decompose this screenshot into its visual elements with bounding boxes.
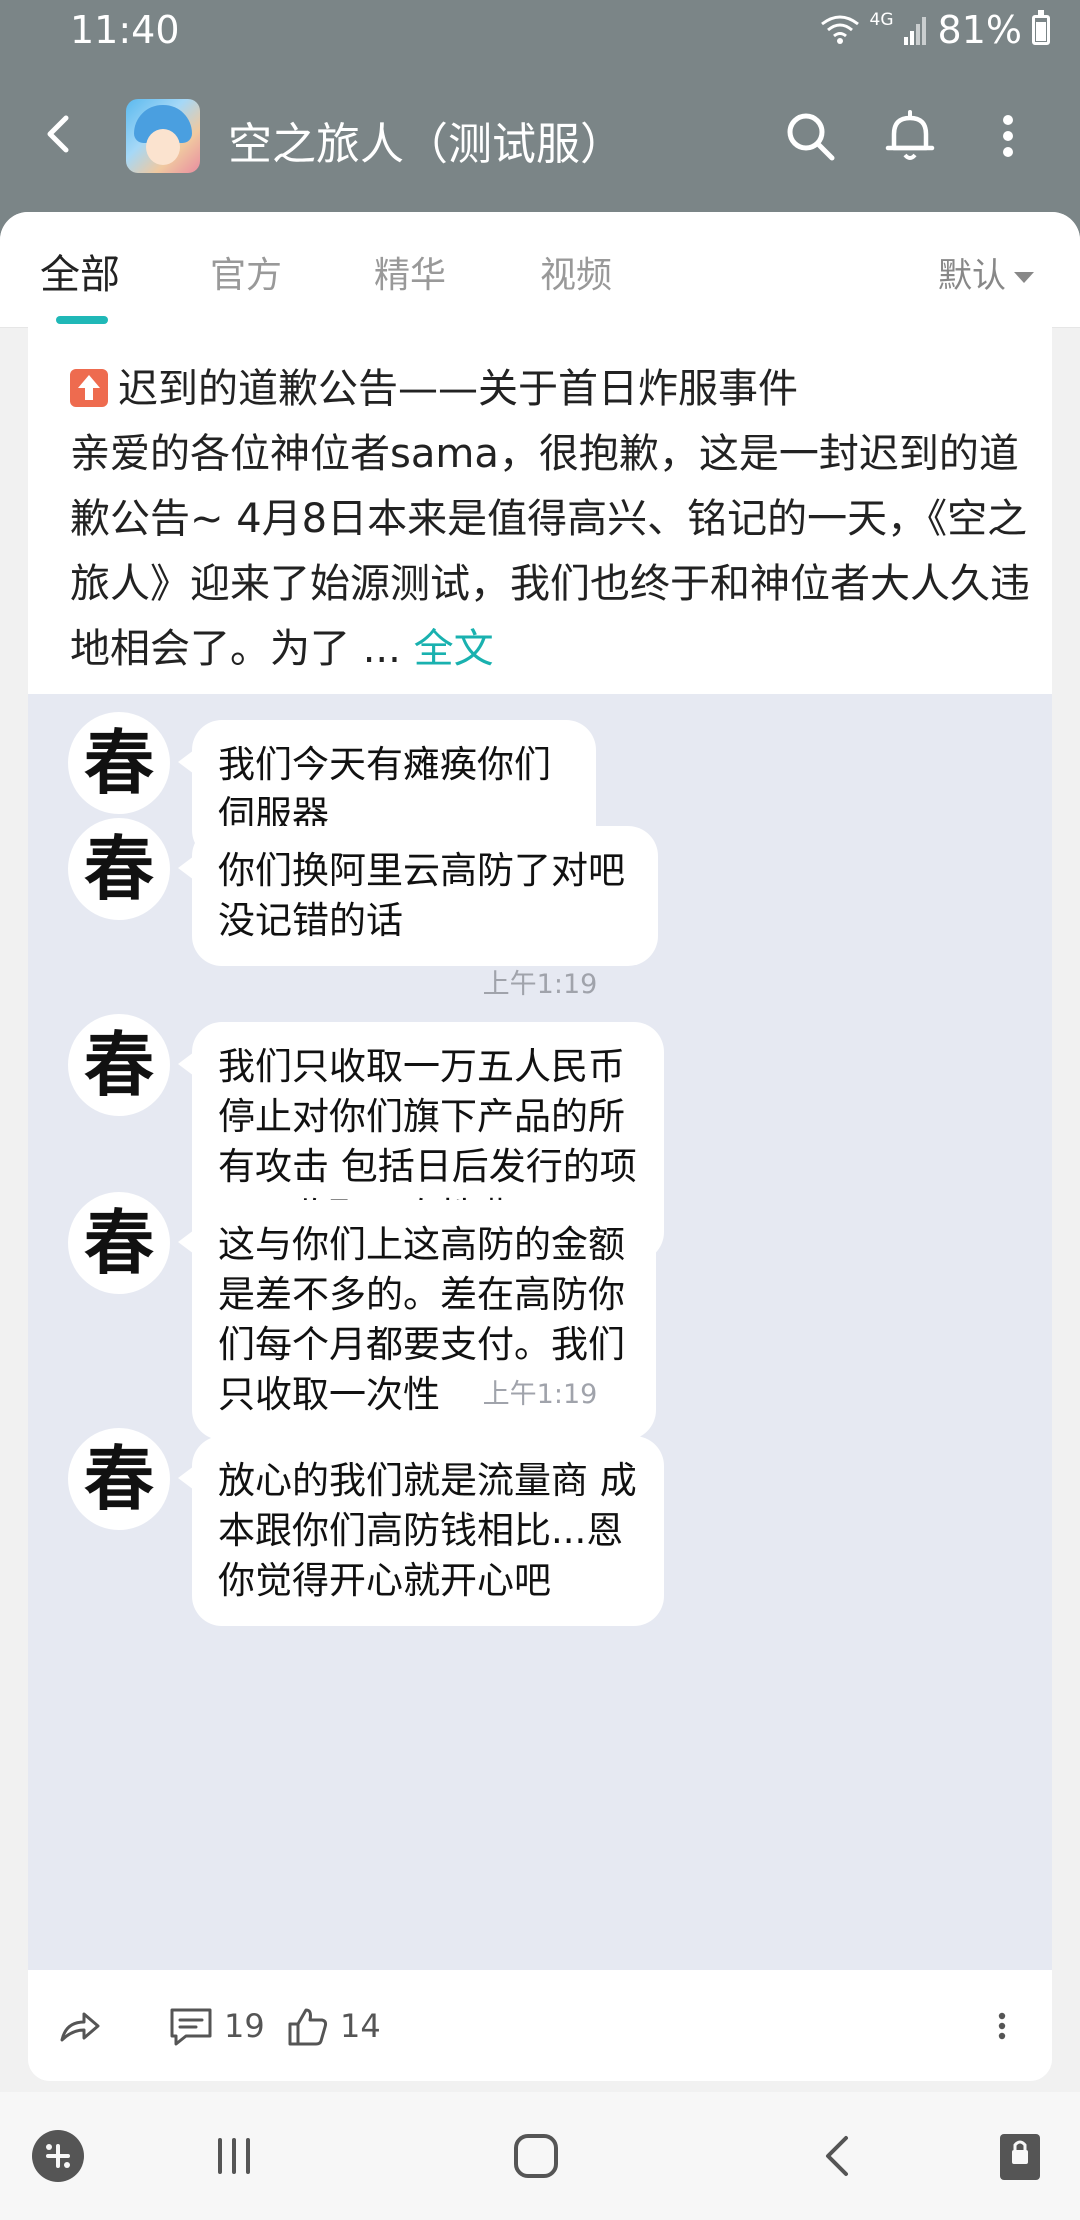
tab-video[interactable]: 视频: [540, 246, 612, 298]
pin-up-icon: [70, 369, 108, 407]
avatar: 春: [68, 818, 170, 920]
timestamp: 上午1:19: [482, 969, 598, 1000]
share-icon: [60, 2012, 100, 2041]
post-body: 亲爱的各位神位者sama，很抱歉，这是一封迟到的道歉公告~ 4月8日本来是值得高…: [70, 431, 1030, 672]
like-count: 14: [340, 2006, 381, 2045]
game-launcher-icon[interactable]: [28, 2126, 88, 2186]
tab-bar: 全部 官方 精华 视频 默认: [0, 212, 1080, 328]
post-title-line: 迟到的道歉公告——关于首日炸服事件: [70, 357, 1030, 422]
wifi-icon: [820, 15, 859, 44]
avatar: 春: [68, 712, 170, 814]
recent-apps-icon[interactable]: [204, 2126, 264, 2186]
search-icon[interactable]: [782, 108, 838, 164]
battery-icon: [1032, 10, 1050, 45]
message-bubble: 放心的我们就是流量商 成本跟你们高防钱相比...恩你觉得开心就开心吧: [178, 1436, 664, 1626]
lock-screen-icon[interactable]: [990, 2126, 1050, 2186]
status-icons: 4G 81%: [820, 8, 1050, 52]
status-bar: 11:40 4G 81%: [0, 0, 1080, 64]
app-bar: 空之旅人（测试服）: [0, 64, 1080, 212]
comment-icon: [170, 2008, 212, 2045]
read-more-link[interactable]: 全文: [414, 626, 494, 672]
back-arrow-icon[interactable]: [38, 112, 82, 156]
comment-count: 19: [224, 2006, 265, 2045]
comment-button[interactable]: 19: [168, 1970, 265, 2081]
avatar: 春: [68, 1192, 170, 1294]
content-card: 全部 官方 精华 视频 默认 迟到的道歉公告——关于首日炸服事件 亲爱的各位神位…: [0, 212, 1080, 2092]
post-card[interactable]: 迟到的道歉公告——关于首日炸服事件 亲爱的各位神位者sama，很抱歉，这是一封迟…: [28, 327, 1052, 2081]
message-bubble: 你们换阿里云高防了对吧没记错的话: [178, 826, 658, 966]
network-type: 4G: [869, 10, 894, 30]
thumbs-up-icon: [288, 2008, 328, 2045]
nav-back-icon[interactable]: [808, 2126, 868, 2186]
post-title: 迟到的道歉公告——关于首日炸服事件: [118, 366, 798, 412]
post-more-button[interactable]: [994, 1970, 1010, 2081]
sort-dropdown[interactable]: 默认: [938, 248, 1034, 297]
tab-official[interactable]: 官方: [210, 246, 282, 298]
more-vertical-icon[interactable]: [980, 108, 1036, 164]
game-icon[interactable]: [126, 99, 200, 173]
timestamp: 上午1:19: [482, 1379, 598, 1410]
post-text: 迟到的道歉公告——关于首日炸服事件 亲爱的各位神位者sama，很抱歉，这是一封迟…: [70, 357, 1030, 682]
chat-screenshot: 春 我们今天有瘫痪你们伺服器 春 你们换阿里云高防了对吧没记错的话 上午1:19…: [28, 694, 1052, 1970]
tab-all[interactable]: 全部: [40, 242, 120, 300]
like-button[interactable]: 14: [286, 1970, 381, 2081]
battery-fill: [1036, 21, 1046, 41]
caret-down-icon: [1014, 272, 1034, 283]
post-actions: 19 14: [28, 1970, 1052, 2081]
sort-label: 默认: [938, 256, 1006, 296]
signal-icon: [903, 17, 926, 45]
status-time: 11:40: [70, 8, 180, 52]
post-body-wrap: 亲爱的各位神位者sama，很抱歉，这是一封迟到的道歉公告~ 4月8日本来是值得高…: [70, 422, 1030, 682]
more-vertical-icon: [998, 2012, 1006, 2039]
avatar: 春: [68, 1014, 170, 1116]
bell-icon[interactable]: [882, 108, 938, 164]
navigation-bar: [0, 2092, 1080, 2220]
avatar: 春: [68, 1428, 170, 1530]
home-icon[interactable]: [506, 2126, 566, 2186]
page-title: 空之旅人（测试服）: [228, 119, 624, 170]
tab-featured[interactable]: 精华: [374, 246, 446, 298]
share-button[interactable]: [58, 1970, 102, 2081]
tab-indicator: [56, 316, 108, 324]
battery-percent: 81%: [937, 8, 1022, 52]
